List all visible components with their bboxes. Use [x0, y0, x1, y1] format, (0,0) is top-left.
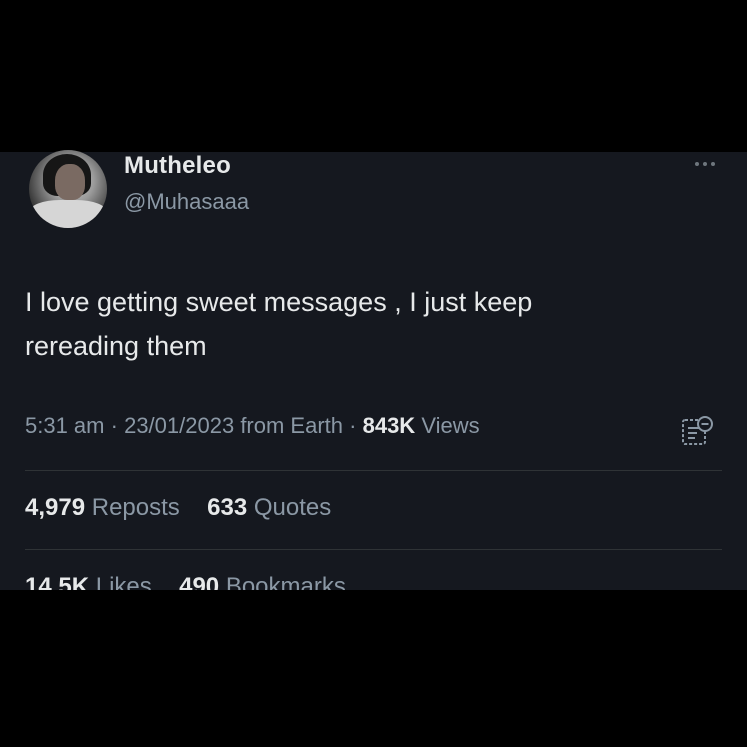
tweet-text: I love getting sweet messages , I just k…	[25, 280, 665, 368]
reposts-count[interactable]: 4,979	[25, 494, 85, 521]
tweet-date[interactable]: 23/01/2023	[124, 413, 234, 438]
divider	[25, 470, 722, 471]
tweet-source: from Earth	[240, 413, 344, 438]
separator-dot: ·	[349, 413, 363, 438]
avatar[interactable]	[29, 150, 107, 228]
quotes-count[interactable]: 633	[207, 494, 247, 521]
quotes-label[interactable]: Quotes	[254, 494, 331, 521]
separator-dot: ·	[110, 413, 125, 438]
tweet-meta: 5:31 am · 23/01/2023 from Earth · 843K V…	[25, 413, 480, 439]
divider	[25, 549, 722, 550]
views-count: 843K	[362, 413, 416, 438]
stats-row-reposts: 4,979 Reposts 633 Quotes	[25, 494, 331, 522]
letterbox-top	[0, 0, 747, 152]
analytics-icon[interactable]	[679, 413, 715, 449]
more-horizontal-icon[interactable]	[695, 157, 725, 171]
user-handle[interactable]: @Muhasaaa	[124, 189, 249, 215]
tweet-text-line: rereading them	[25, 331, 207, 361]
reposts-label[interactable]: Reposts	[92, 494, 180, 521]
display-name[interactable]: Mutheleo	[124, 152, 231, 180]
tweet-card	[0, 152, 747, 590]
tweet-time[interactable]: 5:31 am	[25, 413, 105, 438]
letterbox-bottom	[0, 590, 747, 747]
tweet-text-line: I love getting sweet messages , I just k…	[25, 287, 533, 317]
avatar-shoulder	[29, 200, 107, 228]
avatar-face	[55, 164, 85, 200]
views-label: Views	[421, 413, 480, 438]
